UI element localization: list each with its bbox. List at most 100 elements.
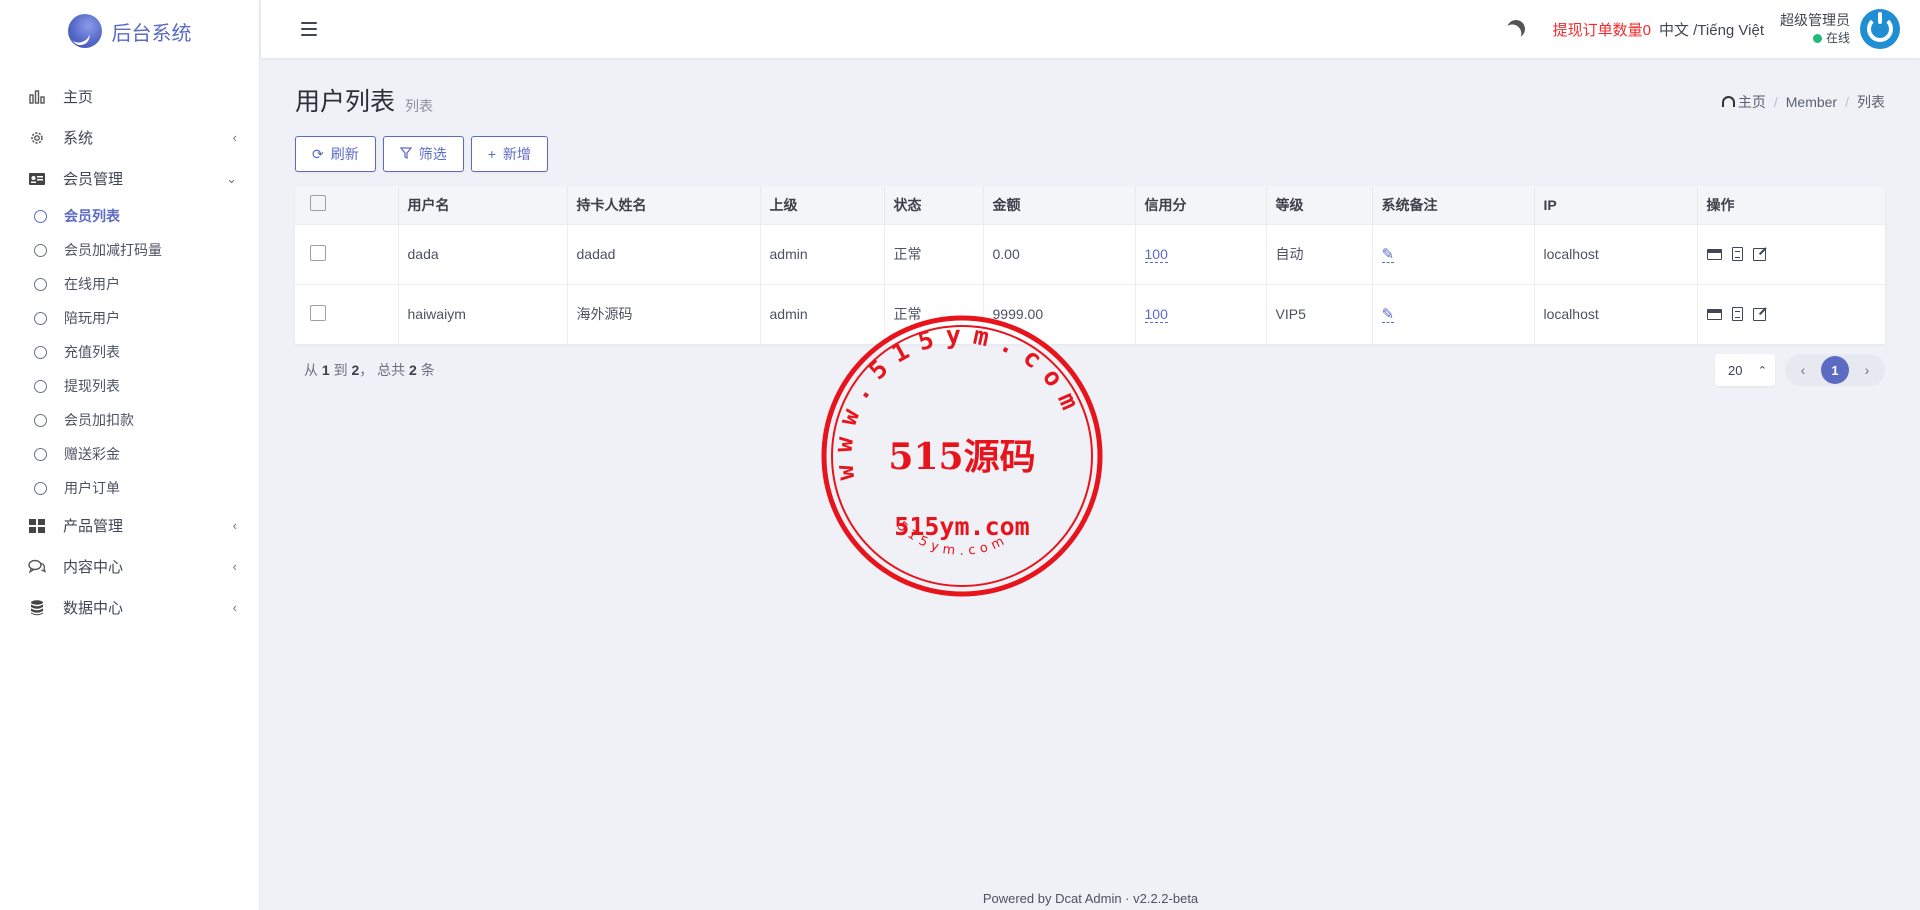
document-icon[interactable] [1731, 307, 1743, 322]
filter-button-label: 筛选 [418, 146, 447, 162]
sidebar-subitem-label: 会员列表 [64, 208, 120, 224]
summary-text: ， 总共 [359, 362, 406, 378]
sidebar-subitem-label: 陪玩用户 [64, 310, 120, 326]
select-all-cell [295, 186, 399, 224]
next-page-button[interactable]: › [1853, 356, 1881, 384]
refresh-button[interactable]: ⟳ 刷新 [295, 136, 376, 172]
breadcrumb: 主页 / Member / 列表 [1721, 92, 1885, 112]
watermark-center-text: 515源码 [888, 436, 1035, 478]
pencil-icon[interactable]: ✎ [1381, 307, 1395, 323]
top-navbar: 提现订单数量0 中文 /Tiếng Việt 超级管理员 在线 [261, 0, 1920, 58]
level-cell: VIP5 [1266, 283, 1373, 344]
online-dot-icon [1812, 33, 1822, 43]
pencil-icon[interactable]: ✎ [1381, 247, 1395, 263]
chevron-left-icon: ‹ [232, 130, 237, 145]
status-cell: 正常 [884, 223, 984, 284]
database-icon [26, 599, 48, 616]
column-header[interactable]: 金额 [983, 186, 1136, 224]
chat-icon [26, 559, 48, 574]
breadcrumb-current: 列表 [1857, 94, 1885, 110]
language-switcher[interactable]: 中文 /Tiếng Việt [1659, 19, 1764, 40]
user-status-label: 在线 [1825, 31, 1850, 46]
avatar[interactable] [1860, 9, 1900, 49]
sidebar-subitem-user-orders[interactable]: 用户订单 [0, 471, 259, 505]
dashboard-icon [1721, 96, 1735, 107]
circle-icon [34, 277, 47, 291]
column-header[interactable]: IP [1534, 186, 1698, 224]
breadcrumb-home-label: 主页 [1737, 94, 1766, 110]
sidebar-item-label: 数据中心 [63, 600, 124, 617]
remark-cell: ✎ [1372, 283, 1535, 344]
credit-card-icon[interactable] [1706, 308, 1722, 320]
chevron-down-icon: ⌄ [226, 170, 237, 186]
summary-text: 到 [333, 362, 348, 378]
refresh-icon: ⟳ [312, 145, 324, 162]
per-page-select[interactable]: 20 ⌃ [1715, 354, 1775, 386]
column-header[interactable]: 信用分 [1135, 186, 1267, 224]
gear-icon [26, 130, 48, 146]
username-cell: haiwaiym [398, 283, 568, 344]
sidebar-item-home[interactable]: 主页 [0, 76, 259, 117]
sidebar-subitem-bet-volume[interactable]: 会员加减打码量 [0, 233, 259, 267]
sidebar-item-system[interactable]: 系统 ‹ [0, 117, 259, 158]
ip-cell: localhost [1534, 223, 1698, 284]
brand-logo-icon [67, 14, 102, 48]
column-header[interactable]: 状态 [884, 186, 984, 224]
column-header[interactable]: 上级 [760, 186, 885, 224]
breadcrumb-home[interactable]: 主页 [1721, 92, 1766, 112]
sidebar-subitem-withdraw-list[interactable]: 提现列表 [0, 369, 259, 403]
summary-total: 2 [409, 362, 417, 378]
brand[interactable]: 后台系统 [0, 0, 259, 62]
credit-editable[interactable]: 100 [1144, 246, 1168, 263]
row-checkbox[interactable] [310, 304, 326, 321]
add-button[interactable]: + 新增 [470, 136, 548, 172]
sidebar-item-products[interactable]: 产品管理 ‹ [0, 505, 259, 546]
row-checkbox[interactable] [310, 244, 326, 261]
column-header: 操作 [1697, 186, 1885, 224]
sidebar-subitem-recharge-list[interactable]: 充值列表 [0, 335, 259, 369]
filter-button[interactable]: 筛选 [382, 136, 464, 172]
sidebar-subitem-label: 用户订单 [64, 480, 120, 496]
menu-toggle-icon[interactable] [301, 22, 317, 36]
column-header[interactable]: 用户名 [398, 186, 568, 224]
sidebar-subitem-online-users[interactable]: 在线用户 [0, 267, 259, 301]
refresh-button-label: 刷新 [330, 146, 359, 162]
sidebar-subitem-companion-users[interactable]: 陪玩用户 [0, 301, 259, 335]
edit-icon[interactable] [1752, 247, 1766, 261]
column-header[interactable]: 系统备注 [1372, 186, 1535, 224]
column-header[interactable]: 等级 [1266, 186, 1373, 224]
page-subtitle: 列表 [405, 98, 434, 114]
sidebar-subitem-label: 会员加扣款 [64, 412, 134, 428]
row-select-cell [295, 283, 399, 344]
breadcrumb-separator: / [1845, 94, 1849, 110]
prev-page-button[interactable]: ‹ [1789, 356, 1817, 384]
select-all-checkbox[interactable] [310, 195, 326, 212]
circle-icon [34, 243, 47, 257]
breadcrumb-member[interactable]: Member [1786, 94, 1837, 110]
sidebar-item-label: 主页 [63, 89, 94, 106]
record-summary: 从 1 到 2， 总共 2 条 [304, 360, 435, 380]
sidebar-item-content[interactable]: 内容中心 ‹ [0, 546, 259, 587]
user-info[interactable]: 超级管理员 在线 [1780, 11, 1850, 48]
dark-mode-icon[interactable] [1504, 17, 1527, 40]
sidebar-item-label: 产品管理 [63, 518, 124, 535]
amount-cell: 0.00 [983, 223, 1136, 284]
document-icon[interactable] [1731, 247, 1743, 261]
credit-card-icon[interactable] [1706, 248, 1722, 260]
sidebar-subitem-label: 赠送彩金 [64, 446, 120, 462]
sidebar-item-members[interactable]: 会员管理 ⌄ [0, 158, 259, 199]
withdraw-order-count[interactable]: 提现订单数量0 [1553, 19, 1651, 40]
circle-icon [34, 209, 47, 223]
chevron-left-icon: ‹ [232, 559, 237, 574]
user-name: 超级管理员 [1780, 11, 1850, 28]
sidebar-item-data[interactable]: 数据中心 ‹ [0, 587, 259, 628]
row-select-cell [295, 223, 399, 284]
page-button-current[interactable]: 1 [1821, 356, 1849, 384]
column-header[interactable]: 持卡人姓名 [567, 186, 761, 224]
sidebar-subitem-balance-adjust[interactable]: 会员加扣款 [0, 403, 259, 437]
edit-icon[interactable] [1752, 307, 1766, 321]
chevron-up-icon: ⌃ [1757, 364, 1767, 377]
sidebar-subitem-member-list[interactable]: 会员列表 [0, 199, 259, 233]
sidebar-subitem-bonus[interactable]: 赠送彩金 [0, 437, 259, 471]
credit-editable[interactable]: 100 [1144, 306, 1168, 324]
